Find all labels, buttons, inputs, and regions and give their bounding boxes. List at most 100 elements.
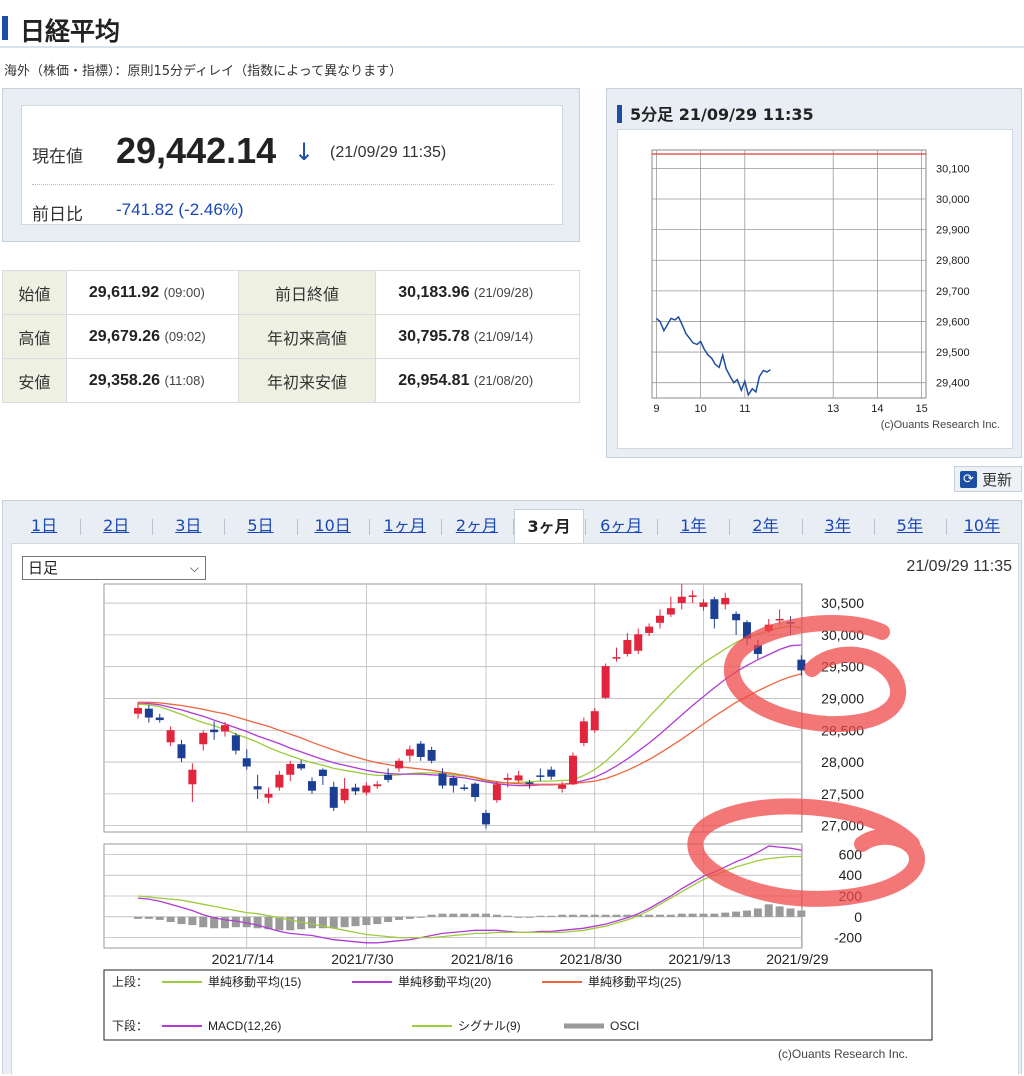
chart-panel: 1日 2日 3日 5日 10日 1ヶ月 2ヶ月 3ヶ月 6ヶ月 1年 2年 3年 5年 10年 日足 ⌵ … bbox=[2, 500, 1022, 1075]
candle bbox=[405, 749, 414, 756]
tab-1年[interactable]: 1年 bbox=[658, 509, 728, 543]
osci-bar bbox=[155, 916, 164, 920]
candle bbox=[307, 781, 316, 791]
x-tick-label: 9 bbox=[653, 403, 659, 415]
tab-3ヶ月[interactable]: 3ヶ月 bbox=[514, 509, 585, 543]
intraday-heading: 5分足 21/09/29 11:35 bbox=[617, 101, 814, 125]
x-tick-label: 10 bbox=[694, 403, 706, 415]
osci-bar bbox=[742, 910, 751, 917]
legend-item: 単純移動平均(15) bbox=[208, 975, 301, 989]
y-tick-label: 29,900 bbox=[936, 225, 970, 237]
tab-2日[interactable]: 2日 bbox=[81, 509, 151, 543]
open-value: 29,611.92 (09:00) bbox=[65, 270, 239, 315]
y-tick-label: 0 bbox=[854, 909, 862, 925]
tab-separator bbox=[368, 519, 370, 535]
candle bbox=[525, 782, 534, 784]
candle bbox=[394, 760, 403, 769]
candle bbox=[438, 773, 447, 786]
y-tick-label: 29,600 bbox=[936, 316, 970, 328]
tab-separator bbox=[801, 519, 803, 535]
candle bbox=[732, 613, 741, 621]
x-tick-label: 13 bbox=[827, 403, 839, 415]
tab-5年[interactable]: 5年 bbox=[875, 509, 945, 543]
change-label: 前日比 bbox=[32, 205, 83, 225]
osci-bar bbox=[645, 914, 654, 917]
x-tick-label: 2021/8/16 bbox=[451, 951, 513, 967]
tab-3日[interactable]: 3日 bbox=[153, 509, 223, 543]
quote-panel: 現在値 29,442.14 ↓ (21/09/29 11:35) 前日比 -74… bbox=[2, 88, 580, 242]
candle bbox=[536, 775, 545, 777]
osci-bar bbox=[177, 916, 186, 925]
osci-bar bbox=[481, 913, 490, 917]
table-row: 高値 29,679.26 (09:02) 年初来高値 30,795.78 (21… bbox=[2, 314, 580, 359]
osci-bar bbox=[220, 916, 229, 929]
osci-bar bbox=[438, 913, 447, 917]
tab-separator bbox=[513, 519, 514, 535]
main-chart-svg: 30,50030,00029,50029,00028,50028,00027,5… bbox=[103, 583, 933, 1061]
tab-5日[interactable]: 5日 bbox=[225, 509, 295, 543]
chart-credit: (c)Ouants Research Inc. bbox=[881, 419, 1000, 431]
y-tick-label: 400 bbox=[839, 867, 863, 883]
candle bbox=[688, 595, 697, 597]
tab-separator bbox=[224, 519, 226, 535]
osci-bar bbox=[699, 913, 708, 917]
osci-bar bbox=[732, 911, 741, 917]
osci-bar bbox=[416, 916, 425, 918]
x-tick-label: 15 bbox=[915, 403, 927, 415]
candle bbox=[699, 602, 708, 607]
candle bbox=[710, 599, 719, 619]
refresh-button[interactable]: ⟳ 更新 bbox=[954, 466, 1022, 492]
intraday-panel: 5分足 21/09/29 11:35 9 10 11 13 14 15 30,100 30,0… bbox=[606, 88, 1022, 458]
low-label: 安値 bbox=[2, 358, 67, 403]
candle bbox=[514, 775, 523, 781]
osci-bar bbox=[503, 915, 512, 917]
candle-plot-frame bbox=[103, 583, 803, 833]
candle bbox=[340, 788, 349, 801]
tab-1日[interactable]: 1日 bbox=[9, 509, 79, 543]
y-tick-label: 29,000 bbox=[821, 690, 864, 706]
tab-6ヶ月[interactable]: 6ヶ月 bbox=[586, 509, 656, 543]
osci-bar bbox=[199, 916, 208, 928]
legend-item: シグナル(9) bbox=[458, 1019, 521, 1033]
osci-bar bbox=[677, 913, 686, 917]
main-chart-area: 日足 ⌵ 21/09/29 11:35 30,500 30,000 29,500 29… bbox=[11, 543, 1019, 1075]
osci-bar bbox=[134, 916, 142, 919]
osci-bar bbox=[568, 914, 577, 917]
tab-separator bbox=[945, 519, 947, 535]
tab-separator bbox=[585, 519, 587, 535]
intraday-chart-svg: 9 10 11 13 14 15 30,100 30,000 29,900 29,800 29,70… bbox=[651, 149, 1000, 431]
candle bbox=[242, 758, 251, 767]
candle bbox=[677, 596, 686, 604]
legend-upper-label: 上段： bbox=[112, 974, 148, 989]
osci-bar bbox=[340, 916, 349, 928]
legend-item: 単純移動平均(25) bbox=[588, 975, 681, 989]
y-tick-label: 29,700 bbox=[936, 286, 970, 298]
candle bbox=[634, 634, 643, 651]
candle bbox=[134, 708, 142, 714]
y-tick-label: 27,500 bbox=[821, 786, 864, 802]
x-tick-label: 2021/7/14 bbox=[212, 951, 274, 967]
osci-bar bbox=[558, 914, 567, 917]
y-tick-label: 29,400 bbox=[936, 378, 970, 390]
osci-bar bbox=[797, 910, 806, 917]
osci-bar bbox=[536, 915, 545, 917]
candle bbox=[579, 721, 588, 743]
tab-3年[interactable]: 3年 bbox=[803, 509, 873, 543]
tab-2年[interactable]: 2年 bbox=[730, 509, 800, 543]
candle bbox=[166, 730, 175, 743]
low-value: 29,358.26 (11:08) bbox=[65, 358, 239, 403]
osci-bar bbox=[688, 913, 697, 917]
tab-10日[interactable]: 10日 bbox=[298, 509, 368, 543]
candle bbox=[427, 749, 436, 761]
quote-card: 現在値 29,442.14 ↓ (21/09/29 11:35) 前日比 -74… bbox=[21, 105, 563, 225]
candle bbox=[384, 774, 393, 780]
ytd-low-value: 26,954.81 (21/08/20) bbox=[375, 358, 580, 403]
osci-bar bbox=[427, 914, 436, 917]
tab-1ヶ月[interactable]: 1ヶ月 bbox=[370, 509, 440, 543]
tab-2ヶ月[interactable]: 2ヶ月 bbox=[442, 509, 512, 543]
tab-10年[interactable]: 10年 bbox=[947, 509, 1017, 543]
candle bbox=[666, 608, 675, 615]
candle bbox=[655, 615, 664, 623]
y-tick-label: 30,000 bbox=[936, 194, 970, 206]
candle bbox=[275, 774, 284, 788]
